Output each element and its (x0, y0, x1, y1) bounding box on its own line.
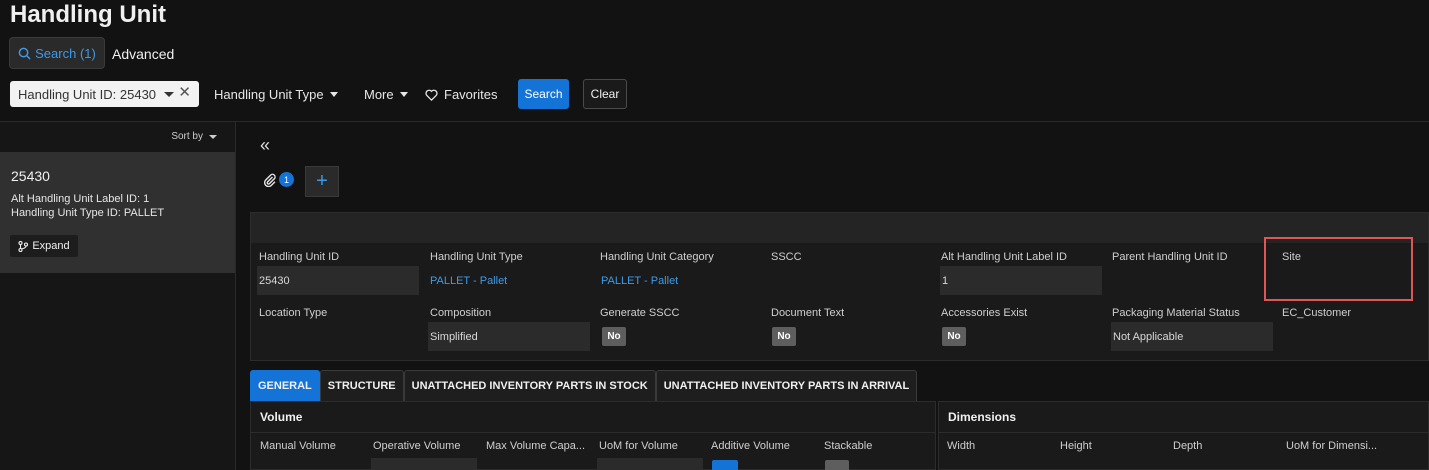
label-uom-for-volume: UoM for Volume (599, 440, 678, 452)
attachments-button[interactable]: 1 (263, 172, 294, 187)
record-card[interactable]: 25430 Alt Handling Unit Label ID: 1 Hand… (0, 152, 235, 273)
accessories-exist-badge: No (942, 327, 966, 346)
label-max-volume-capacity: Max Volume Capa... (486, 440, 586, 452)
search-button[interactable]: Search (518, 79, 569, 109)
composition-field[interactable]: Simplified (428, 322, 590, 351)
more-filters-dropdown[interactable]: More (364, 87, 408, 102)
tab-structure[interactable]: STRUCTURE (319, 370, 404, 401)
label-manual-volume: Manual Volume (260, 440, 336, 452)
dimensions-title: Dimensions (948, 410, 1017, 424)
site-highlight-box (1264, 237, 1413, 301)
packaging-material-status-field[interactable]: Not Applicable (1111, 322, 1273, 351)
label-width: Width (947, 440, 976, 452)
label-sscc: SSCC (771, 251, 802, 263)
record-alt-label: Alt Handling Unit Label ID: 1 (11, 193, 150, 205)
label-parent-handling-unit-id: Parent Handling Unit ID (1112, 251, 1228, 263)
label-stackable: Stackable (824, 440, 873, 452)
double-chevron-left-icon[interactable]: « (260, 135, 270, 156)
handling-unit-type-link[interactable]: PALLET - Pallet (430, 275, 507, 287)
tab-general[interactable]: GENERAL (250, 370, 320, 401)
expand-button[interactable]: Expand (10, 235, 78, 257)
attachment-count-badge: 1 (279, 172, 294, 187)
volume-divider (251, 432, 935, 433)
label-handling-unit-id: Handling Unit ID (259, 251, 340, 263)
advanced-tab[interactable]: Advanced (112, 46, 174, 62)
sort-by-label: Sort by (171, 131, 203, 142)
detail-tabs: GENERAL STRUCTURE UNATTACHED INVENTORY P… (250, 370, 918, 401)
record-id: 25430 (11, 168, 50, 184)
more-label: More (364, 87, 394, 102)
tab-unattached-inventory-parts-in-arrival[interactable]: UNATTACHED INVENTORY PARTS IN ARRIVAL (655, 370, 918, 401)
uom-for-volume-field[interactable] (597, 458, 703, 470)
search-tab[interactable]: Search (1) (9, 37, 105, 69)
filter-handling-unit-type[interactable]: Handling Unit Type (214, 87, 338, 102)
additive-volume-badge (712, 460, 738, 470)
label-generate-sscc: Generate SSCC (600, 307, 680, 319)
search-icon (18, 47, 31, 60)
label-handling-unit-category: Handling Unit Category (600, 251, 714, 263)
stackable-badge (825, 460, 849, 470)
search-tab-label: Search (1) (35, 45, 96, 61)
filter-handling-unit-type-label: Handling Unit Type (214, 87, 324, 102)
expand-label: Expand (32, 240, 70, 252)
favorites-label: Favorites (444, 87, 498, 102)
label-depth: Depth (1173, 440, 1203, 452)
page-title: Handling Unit (10, 1, 166, 28)
chevron-down-icon (399, 92, 408, 97)
sort-by-dropdown[interactable]: Sort by (171, 131, 217, 142)
form-header-bar (251, 213, 1428, 243)
chevron-down-icon (209, 134, 217, 139)
dimensions-divider (939, 432, 1428, 433)
label-additive-volume: Additive Volume (711, 440, 790, 452)
label-document-text: Document Text (771, 307, 845, 319)
label-accessories-exist: Accessories Exist (941, 307, 1028, 319)
label-operative-volume: Operative Volume (373, 440, 461, 452)
dimensions-section: Dimensions Width Height Depth UoM for Di… (938, 401, 1429, 470)
favorites-button[interactable]: Favorites (425, 87, 497, 102)
tab-unattached-inventory-parts-in-stock[interactable]: UNATTACHED INVENTORY PARTS IN STOCK (403, 370, 656, 401)
label-composition: Composition (430, 307, 492, 319)
record-type: Handling Unit Type ID: PALLET (11, 207, 165, 219)
filter-chip-handling-unit-id[interactable]: Handling Unit ID: 25430 ✕ (10, 81, 199, 107)
label-height: Height (1060, 440, 1092, 452)
volume-title: Volume (260, 410, 303, 424)
close-icon[interactable]: ✕ (178, 85, 191, 101)
generate-sscc-badge: No (602, 327, 626, 346)
chevron-down-icon[interactable] (164, 91, 175, 97)
label-location-type: Location Type (259, 307, 328, 319)
document-text-badge: No (772, 327, 796, 346)
handling-unit-id-field[interactable]: 25430 (257, 266, 419, 295)
clear-button[interactable]: Clear (583, 79, 627, 109)
add-button[interactable]: + (305, 166, 339, 197)
branch-icon (18, 240, 29, 252)
chevron-down-icon (329, 92, 338, 97)
volume-section: Volume Manual Volume Operative Volume Ma… (250, 401, 936, 470)
paperclip-icon (263, 173, 276, 187)
operative-volume-field[interactable] (371, 458, 477, 470)
label-uom-for-dimensions: UoM for Dimensi... (1286, 440, 1378, 452)
handling-unit-category-link[interactable]: PALLET - Pallet (601, 275, 678, 287)
handling-unit-form: Handling Unit ID 25430 Handling Unit Typ… (250, 212, 1429, 361)
record-list-panel: Sort by 25430 Alt Handling Unit Label ID… (0, 122, 236, 470)
label-packaging-material-status: Packaging Material Status (1112, 307, 1240, 319)
label-alt-handling-unit-label-id: Alt Handling Unit Label ID (941, 251, 1067, 263)
heart-icon (425, 89, 438, 101)
alt-handling-unit-label-id-field[interactable]: 1 (940, 266, 1102, 295)
filter-chip-label: Handling Unit ID: 25430 (18, 86, 157, 102)
label-handling-unit-type: Handling Unit Type (430, 251, 523, 263)
label-ec-customer: EC_Customer (1282, 307, 1352, 319)
